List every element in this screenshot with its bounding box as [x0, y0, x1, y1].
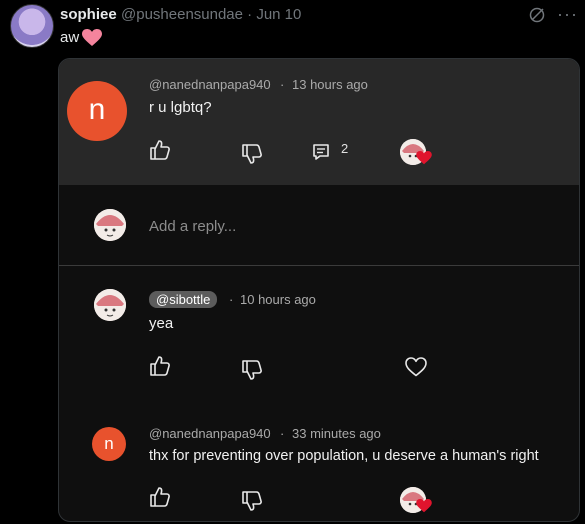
comment-time: 13 hours ago — [292, 77, 368, 92]
thumbs-down-icon[interactable] — [241, 359, 263, 381]
comment-text: thx for preventing over population, u de… — [149, 448, 539, 464]
comment-text: yea — [149, 315, 174, 332]
reply-count: 2 — [341, 141, 349, 156]
dot-separator: · — [229, 292, 234, 307]
creator-heart-icon — [416, 499, 432, 513]
display-name[interactable]: sophiee — [60, 6, 117, 23]
profile-avatar[interactable] — [10, 4, 54, 48]
comment-time: 33 minutes ago — [292, 426, 381, 441]
thumbs-up-icon[interactable] — [149, 355, 171, 377]
thumbs-down-icon[interactable] — [241, 490, 263, 512]
comment-text: r u lgbtq? — [149, 99, 212, 116]
thumbs-down-icon[interactable] — [241, 143, 263, 165]
more-options-icon[interactable]: ··· — [557, 4, 578, 25]
reply-comment-icon[interactable] — [312, 143, 330, 161]
comment-time: 10 hours ago — [240, 292, 316, 307]
divider — [59, 265, 579, 266]
commenter-avatar — [94, 289, 126, 321]
add-reply-input[interactable]: Add a reply... — [149, 218, 236, 235]
handle-and-date[interactable]: @pusheensundae · Jun 10 — [121, 6, 301, 23]
comment-author: @nanednanpapa940 — [149, 426, 271, 441]
commenter-avatar: n — [92, 427, 126, 461]
embedded-image[interactable]: n @nanednanpapa940 · 13 hours ago r u lg… — [58, 58, 580, 522]
heart-outline-icon[interactable] — [405, 357, 427, 377]
dot-separator: · — [280, 426, 285, 441]
creator-heart-icon — [416, 151, 432, 165]
author-chip: @sibottle — [149, 291, 218, 308]
thumbs-up-icon[interactable] — [149, 139, 171, 161]
comment-author: @nanednanpapa940 — [149, 77, 271, 92]
thumbs-up-icon[interactable] — [149, 486, 171, 508]
commenter-avatar: n — [67, 81, 127, 141]
user-avatar — [94, 209, 126, 241]
tweet-text: aw — [60, 29, 80, 46]
pink-heart-icon — [82, 29, 102, 46]
dot-separator: · — [280, 77, 285, 92]
grok-icon[interactable] — [529, 7, 545, 23]
